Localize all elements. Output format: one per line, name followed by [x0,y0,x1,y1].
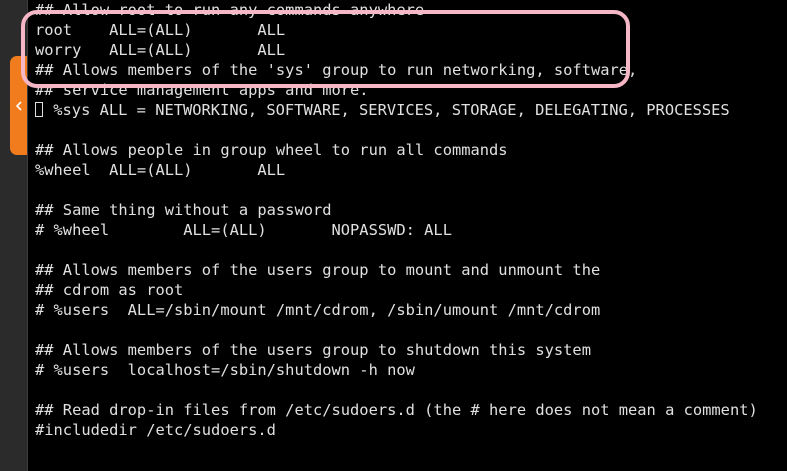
terminal-line: ## Read drop-in files from /etc/sudoers.… [35,400,758,420]
terminal-line: ## Allows members of the 'sys' group to … [35,60,637,80]
terminal-line-text: # %users localhost=/sbin/shutdown -h now [35,361,415,379]
terminal-line-text: # %wheel ALL=(ALL) NOPASSWD: ALL [35,221,452,239]
terminal-text-area[interactable]: ## Allow root to run any commands anywhe… [35,0,787,471]
terminal-line-text: ## Allows members of the users group to … [35,261,601,279]
terminal-line-text: ## Same thing without a password [35,201,332,219]
terminal-line: #includedir /etc/sudoers.d [35,420,276,440]
terminal-line-text: ## Allows members of the users group to … [35,341,591,359]
terminal-line: # %users localhost=/sbin/shutdown -h now [35,360,415,380]
terminal-line: worry ALL=(ALL) ALL [35,40,285,60]
terminal-line: %sys ALL = NETWORKING, SOFTWARE, SERVICE… [35,100,730,120]
terminal-line: ## Allows people in group wheel to run a… [35,140,508,160]
terminal-line-text: #includedir /etc/sudoers.d [35,421,276,439]
text-cursor [35,102,43,117]
chevron-left-icon [15,100,22,111]
terminal-line-text: ## Allows people in group wheel to run a… [35,141,508,159]
terminal-line-text: # %users ALL=/sbin/mount /mnt/cdrom, /sb… [35,301,601,319]
terminal-line: ## service management apps and more. [35,80,369,100]
terminal-line: root ALL=(ALL) ALL [35,20,285,40]
terminal-line: ## cdrom as root [35,280,183,300]
terminal-line: ## Allows members of the users group to … [35,340,591,360]
terminal-line-text: ## Allows members of the 'sys' group to … [35,61,638,79]
terminal-line-text: %sys ALL = NETWORKING, SOFTWARE, SERVICE… [44,101,730,119]
terminal-line: ## Allow root to run any commands anywhe… [35,0,424,20]
terminal-line-text: %wheel ALL=(ALL) ALL [35,161,286,179]
terminal-line: ## Same thing without a password [35,200,332,220]
sidebar-collapse-button[interactable] [10,56,27,155]
terminal-line-text: ## Allow root to run any commands anywhe… [35,1,425,19]
terminal-line: # %wheel ALL=(ALL) NOPASSWD: ALL [35,220,452,240]
terminal-line-text: root ALL=(ALL) ALL [35,21,286,39]
terminal-line: # %users ALL=/sbin/mount /mnt/cdrom, /sb… [35,300,600,320]
terminal-line: %wheel ALL=(ALL) ALL [35,160,285,180]
terminal-line: ## Allows members of the users group to … [35,260,600,280]
terminal-line-text: ## Read drop-in files from /etc/sudoers.… [35,401,758,419]
terminal-window: ## Allow root to run any commands anywhe… [0,0,787,471]
terminal-line-text: ## cdrom as root [35,281,184,299]
terminal-line-text: worry ALL=(ALL) ALL [35,41,286,59]
terminal-line-text: ## service management apps and more. [35,81,369,99]
side-panel-divider [27,0,28,471]
